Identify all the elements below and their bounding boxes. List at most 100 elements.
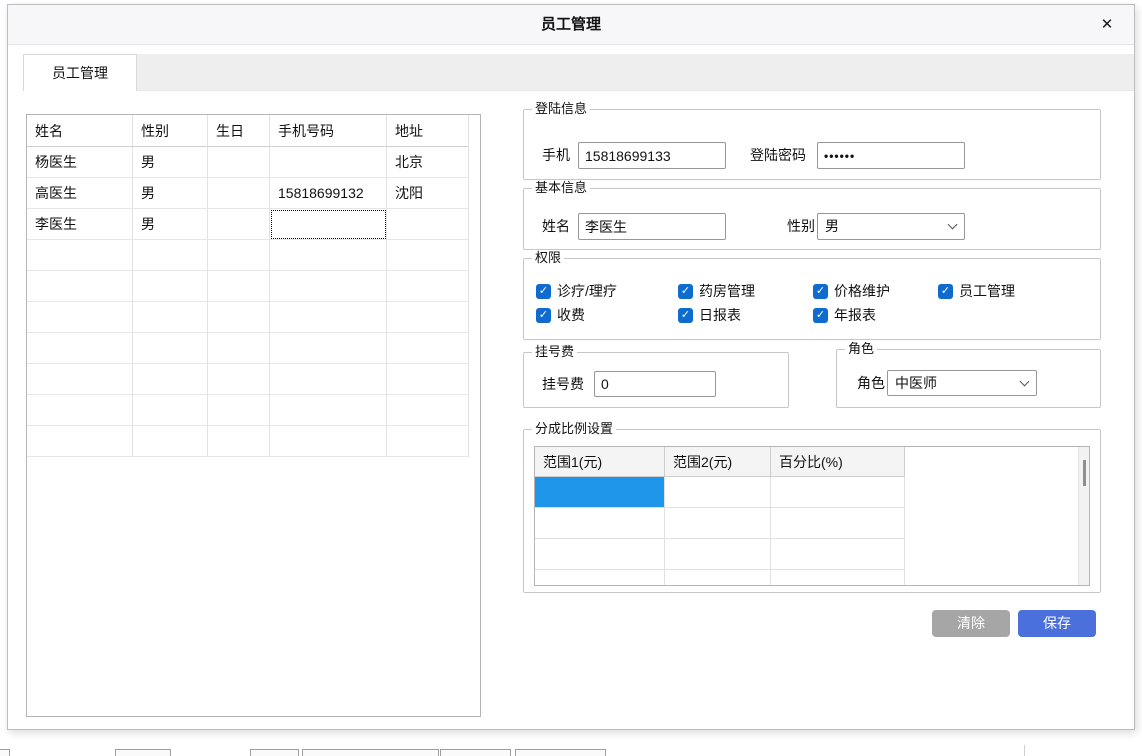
employee-cell[interactable] xyxy=(270,209,387,240)
registration-fee-label: 挂号费 xyxy=(542,371,584,398)
commission-cell[interactable] xyxy=(535,477,665,508)
employee-cell[interactable] xyxy=(133,271,208,302)
commission-cell[interactable] xyxy=(771,477,905,508)
employee-cell[interactable]: 男 xyxy=(133,178,208,209)
employee-cell[interactable] xyxy=(270,395,387,426)
commission-cell[interactable] xyxy=(665,477,771,508)
role-select[interactable]: 中医师 xyxy=(887,370,1037,396)
employee-cell[interactable]: 沈阳 xyxy=(387,178,469,209)
close-icon[interactable]: ✕ xyxy=(1096,14,1118,36)
employee-cell[interactable] xyxy=(208,333,270,364)
employee-cell[interactable]: 杨医生 xyxy=(27,147,133,178)
employee-cell[interactable] xyxy=(270,302,387,333)
employee-cell[interactable] xyxy=(208,395,270,426)
permission-checkbox-6[interactable]: ✓日报表 xyxy=(678,307,741,323)
employee-cell[interactable]: 李医生 xyxy=(27,209,133,240)
permission-checkbox-1[interactable]: ✓诊疗/理疗 xyxy=(536,283,617,299)
employee-cell[interactable] xyxy=(27,395,133,426)
background-window-fragment[interactable] xyxy=(250,749,299,756)
employee-cell[interactable]: 男 xyxy=(133,209,208,240)
commission-cell[interactable] xyxy=(771,508,905,539)
employee-cell[interactable] xyxy=(208,426,270,457)
background-window-fragment[interactable] xyxy=(440,749,511,756)
clear-button[interactable]: 清除 xyxy=(932,610,1010,637)
checkbox-checked-icon[interactable]: ✓ xyxy=(678,284,693,299)
commission-cell[interactable] xyxy=(535,508,665,539)
commission-grid-body: 范围1(元)范围2(元)百分比(%) xyxy=(535,447,1089,586)
employee-cell[interactable] xyxy=(208,178,270,209)
employee-cell[interactable] xyxy=(133,364,208,395)
tab-employee-management[interactable]: 员工管理 xyxy=(23,54,137,91)
employee-cell[interactable] xyxy=(208,364,270,395)
employee-cell[interactable] xyxy=(270,271,387,302)
commission-cell[interactable] xyxy=(535,570,665,586)
employee-cell[interactable] xyxy=(27,426,133,457)
name-input[interactable] xyxy=(578,213,726,240)
password-input[interactable] xyxy=(817,142,965,169)
background-window-fragment[interactable] xyxy=(115,749,171,756)
permission-checkbox-3[interactable]: ✓价格维护 xyxy=(813,283,890,299)
save-button[interactable]: 保存 xyxy=(1018,610,1096,637)
checkbox-checked-icon[interactable]: ✓ xyxy=(813,284,828,299)
phone-input[interactable] xyxy=(578,142,726,169)
commission-cell[interactable] xyxy=(535,539,665,570)
background-window-fragment[interactable] xyxy=(302,749,439,756)
gender-select-value: 男 xyxy=(825,218,839,234)
vertical-scrollbar[interactable] xyxy=(1078,447,1089,585)
commission-cell[interactable] xyxy=(771,539,905,570)
employee-cell[interactable] xyxy=(133,426,208,457)
employee-cell[interactable] xyxy=(133,395,208,426)
employee-cell[interactable] xyxy=(270,240,387,271)
employee-cell[interactable] xyxy=(270,333,387,364)
employee-cell[interactable] xyxy=(208,302,270,333)
commission-cell[interactable] xyxy=(665,539,771,570)
employee-cell[interactable] xyxy=(208,147,270,178)
employee-cell[interactable] xyxy=(27,302,133,333)
permission-checkbox-4[interactable]: ✓员工管理 xyxy=(938,283,1015,299)
checkbox-checked-icon[interactable]: ✓ xyxy=(938,284,953,299)
gender-select[interactable]: 男 xyxy=(817,213,965,240)
commission-cell[interactable] xyxy=(665,508,771,539)
employee-cell[interactable]: 高医生 xyxy=(27,178,133,209)
checkbox-checked-icon[interactable]: ✓ xyxy=(536,308,551,323)
employee-cell[interactable] xyxy=(270,364,387,395)
employee-cell[interactable] xyxy=(387,209,469,240)
checkbox-checked-icon[interactable]: ✓ xyxy=(536,284,551,299)
employee-cell[interactable] xyxy=(387,302,469,333)
employee-cell[interactable] xyxy=(133,240,208,271)
commission-cell[interactable] xyxy=(665,570,771,586)
employee-cell[interactable] xyxy=(27,240,133,271)
employee-cell[interactable] xyxy=(133,333,208,364)
employee-cell[interactable] xyxy=(387,395,469,426)
employee-cell[interactable] xyxy=(270,147,387,178)
employee-cell[interactable] xyxy=(387,364,469,395)
employee-cell[interactable] xyxy=(133,302,208,333)
employee-cell[interactable] xyxy=(387,426,469,457)
checkbox-checked-icon[interactable]: ✓ xyxy=(813,308,828,323)
employee-cell[interactable] xyxy=(387,240,469,271)
employee-management-dialog: 员工管理 ✕ 员工管理 姓名性别生日手机号码地址杨医生男北京高医生男158186… xyxy=(7,4,1135,730)
permission-checkbox-2[interactable]: ✓药房管理 xyxy=(678,283,755,299)
employee-cell[interactable] xyxy=(27,333,133,364)
permission-checkbox-7[interactable]: ✓年报表 xyxy=(813,307,876,323)
employee-cell[interactable]: 北京 xyxy=(387,147,469,178)
checkbox-checked-icon[interactable]: ✓ xyxy=(678,308,693,323)
employee-cell[interactable]: 男 xyxy=(133,147,208,178)
commission-cell[interactable] xyxy=(771,570,905,586)
employee-cell[interactable] xyxy=(208,240,270,271)
employee-cell[interactable] xyxy=(387,271,469,302)
background-window-fragment[interactable] xyxy=(515,749,606,756)
commission-filler xyxy=(905,570,1089,586)
employee-cell[interactable] xyxy=(208,271,270,302)
employee-cell[interactable] xyxy=(208,209,270,240)
employee-cell[interactable] xyxy=(387,333,469,364)
scrollbar-thumb[interactable] xyxy=(1083,460,1086,486)
permission-checkbox-5[interactable]: ✓收费 xyxy=(536,307,585,323)
employee-cell[interactable] xyxy=(270,426,387,457)
employee-cell[interactable]: 15818699132 xyxy=(270,178,387,209)
employee-cell[interactable] xyxy=(27,271,133,302)
employee-cell[interactable] xyxy=(27,364,133,395)
background-window-fragment[interactable] xyxy=(0,749,10,756)
login-info-group: 登陆信息 手机 登陆密码 xyxy=(523,109,1101,180)
registration-fee-input[interactable] xyxy=(594,371,716,397)
